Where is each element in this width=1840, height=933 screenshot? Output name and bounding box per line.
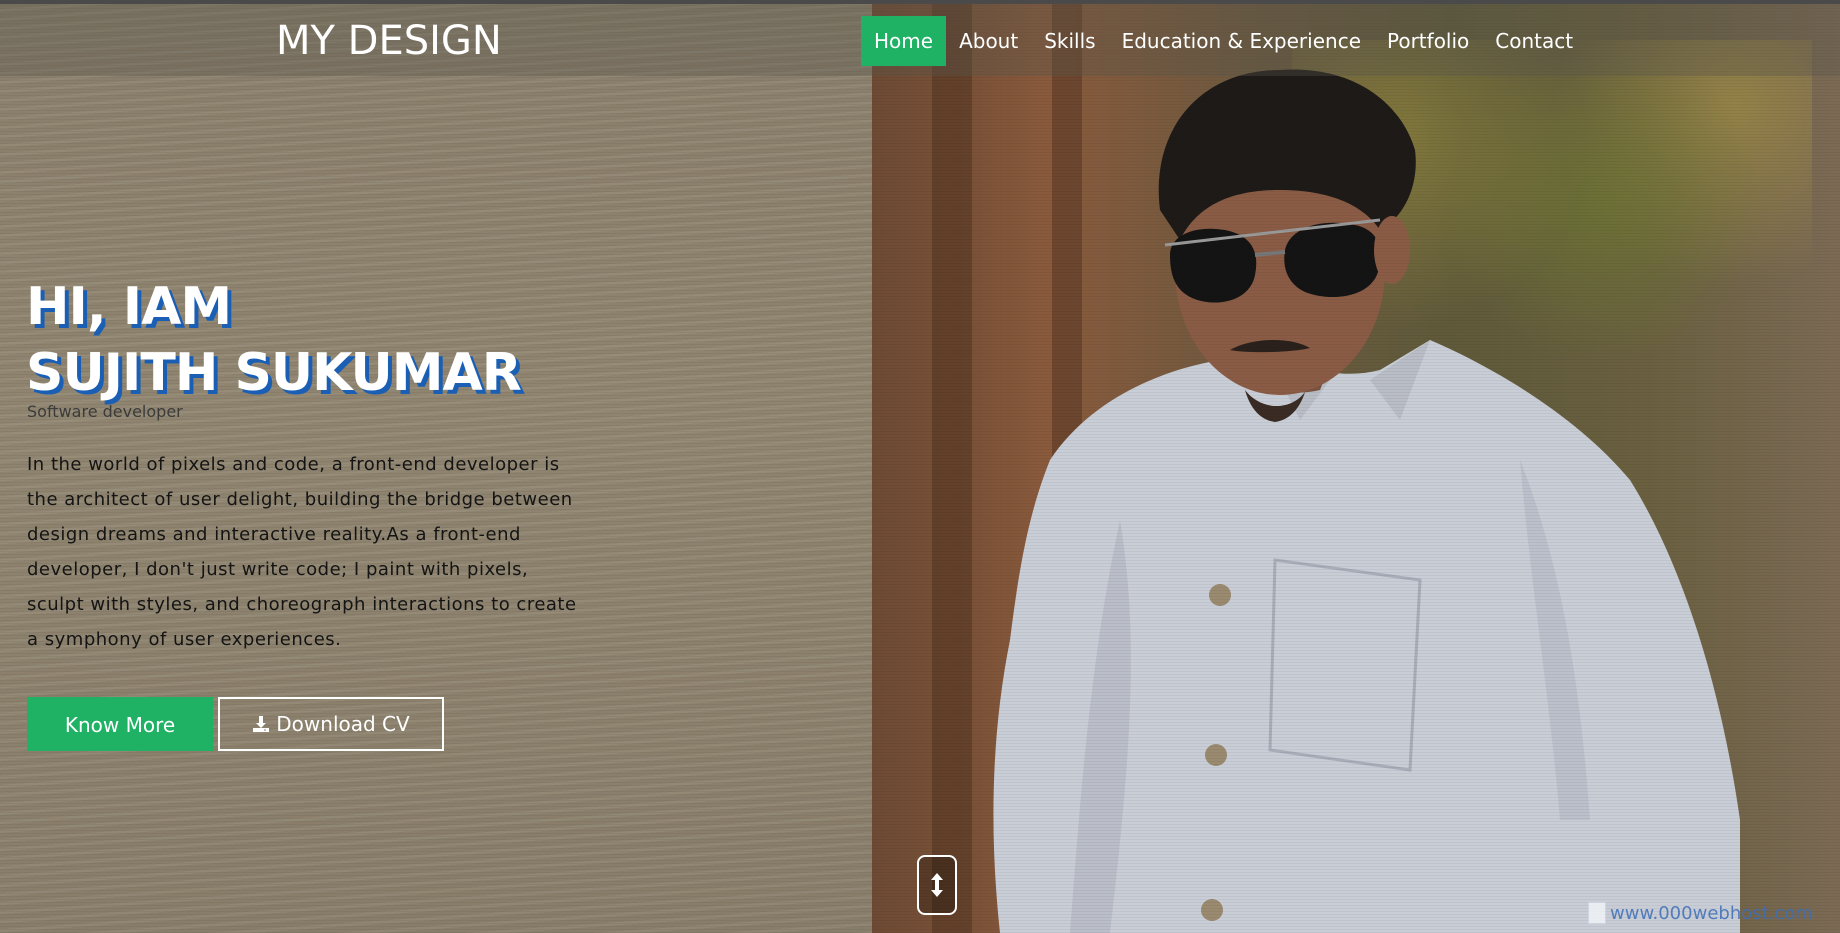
nav-item-contact[interactable]: Contact xyxy=(1482,16,1586,66)
nav-item-education-experience[interactable]: Education & Experience xyxy=(1109,16,1374,66)
hero-role: Software developer xyxy=(27,402,183,421)
nav-item-skills[interactable]: Skills xyxy=(1031,16,1108,66)
broken-image-icon xyxy=(1588,902,1606,924)
hero-description: In the world of pixels and code, a front… xyxy=(27,454,577,650)
nav-item-about[interactable]: About xyxy=(946,16,1031,66)
navbar: MY DESIGN Home About Skills Education & … xyxy=(0,4,1840,76)
download-cv-label: Download CV xyxy=(276,712,410,736)
know-more-button[interactable]: Know More xyxy=(27,697,213,751)
nav-item-portfolio[interactable]: Portfolio xyxy=(1374,16,1482,66)
download-icon xyxy=(253,716,270,732)
watermark-text: www.000webhost.com xyxy=(1610,902,1813,924)
nav-item-home[interactable]: Home xyxy=(861,16,947,66)
brand-logo[interactable]: MY DESIGN xyxy=(276,18,502,64)
hero-greeting: HI, IAM xyxy=(26,277,232,337)
hero-title: HI, IAM SUJITH SUKUMAR xyxy=(26,274,522,406)
download-cv-button[interactable]: Download CV xyxy=(218,697,444,751)
hero-name: SUJITH SUKUMAR xyxy=(26,343,522,403)
main-nav: Home About Skills Education & Experience… xyxy=(861,16,1586,66)
scroll-button[interactable] xyxy=(917,855,957,915)
hosting-watermark[interactable]: www.000webhost.com xyxy=(1588,902,1813,924)
page: MY DESIGN Home About Skills Education & … xyxy=(0,0,1840,933)
portrait-image xyxy=(993,69,1740,933)
up-down-arrow-icon xyxy=(931,873,943,897)
